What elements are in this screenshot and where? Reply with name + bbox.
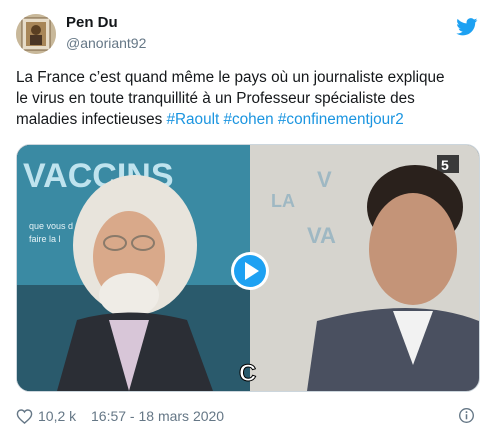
channel-badge-text: 5 (441, 157, 449, 173)
video-frame: VACCINS que vous d faire la l LA V VA 5 … (17, 145, 479, 391)
like-count[interactable]: 10,2 k (38, 408, 76, 424)
tweet-text: La France c’est quand même le pays où un… (16, 67, 476, 130)
info-icon[interactable] (458, 407, 475, 424)
left-subtext-2: faire la l (29, 234, 61, 244)
right-banner-3: VA (307, 223, 336, 248)
hashtag-confinementjour2[interactable]: #confinementjour2 (278, 111, 404, 128)
avatar[interactable] (16, 14, 56, 54)
twitter-bird-icon[interactable] (456, 18, 478, 36)
tweet-line-2: le virus en toute tranquillité à un Prof… (16, 90, 415, 107)
right-banner-1: LA (271, 191, 295, 211)
tweet-line-1: La France c’est quand même le pays où un… (16, 69, 445, 86)
right-banner-2: V (317, 167, 332, 192)
video-thumbnail[interactable]: VACCINS que vous d faire la l LA V VA 5 … (16, 144, 480, 392)
author-handle[interactable]: @anoriant92 (66, 35, 146, 51)
tweet-line-3-text: maladies infectieuses (16, 111, 167, 128)
avatar-image (16, 14, 56, 54)
hashtag-raoult[interactable]: #Raoult (167, 111, 220, 128)
left-subtext-1: que vous d (29, 221, 73, 231)
author-name[interactable]: Pen Du (66, 14, 118, 31)
timestamp[interactable]: 16:57 - 18 mars 2020 (91, 408, 224, 424)
channel-logo: C (239, 360, 256, 387)
hashtag-cohen[interactable]: #cohen (223, 111, 273, 128)
tweet-line-3: maladies infectieuses #Raoult #cohen #co… (16, 109, 476, 130)
heart-icon[interactable] (16, 408, 33, 424)
